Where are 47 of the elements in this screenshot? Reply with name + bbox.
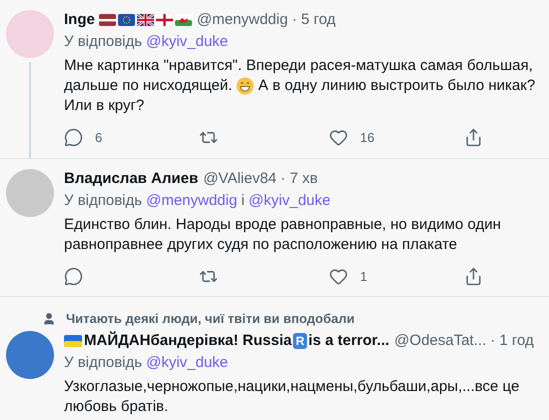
reply-label: У відповідь — [64, 352, 142, 372]
flag-icon — [118, 14, 135, 26]
flag-icon — [136, 14, 154, 26]
social-context: Читають деякі люди, чиї твіти ви вподобали — [66, 310, 355, 328]
user-name[interactable]: is a terror... — [308, 330, 390, 350]
user-handle[interactable]: @menywddig — [196, 10, 288, 30]
heart-icon — [329, 128, 348, 148]
tweet-text: дальше по нисходящей. — [64, 76, 232, 96]
mention-link[interactable]: @kyiv_duke — [146, 352, 228, 372]
mention-link[interactable]: @kyiv_duke — [248, 190, 330, 210]
like-button[interactable]: 16 — [329, 128, 374, 148]
reply-icon — [64, 128, 83, 148]
reply-icon — [64, 266, 83, 286]
user-name[interactable]: Inge — [64, 10, 95, 30]
flag-icon — [174, 14, 192, 26]
timestamp[interactable]: · 7 хв — [280, 168, 318, 188]
avatar[interactable] — [6, 330, 54, 378]
share-icon — [464, 266, 483, 286]
share-button[interactable] — [464, 266, 483, 286]
mention-link[interactable]: @menywddig — [146, 190, 238, 210]
flag-icon — [64, 334, 82, 346]
letter-badge: R — [292, 332, 308, 348]
share-button[interactable] — [464, 128, 483, 148]
tweet-text: А в одну линию выстроить было никак? — [258, 76, 536, 96]
timestamp[interactable]: · 1 год — [490, 330, 534, 350]
tweet-text: Единство блин. Народы вроде равноправные, но видимо один равноправнее других судя по расположению на плакате — [64, 214, 502, 254]
user-handle[interactable]: @VAliev84 — [203, 168, 277, 188]
user-handle[interactable]: @OdesaTat... — [394, 330, 486, 350]
reply-label: У відповідь — [64, 32, 142, 52]
tweet-text: Или в круг? — [64, 96, 144, 116]
heart-icon — [329, 266, 348, 286]
grinning-face-icon — [236, 77, 254, 95]
share-icon — [464, 128, 483, 148]
timestamp[interactable]: · 5 год — [292, 10, 336, 30]
reply-label: У відповідь — [64, 190, 142, 210]
tweet-text: Мне картинка "нравится". Впереди расея-матушка самая большая, — [64, 56, 533, 76]
reply-button[interactable] — [64, 266, 83, 286]
tweet-text: Узкоглазые,черножопые,нацики,нацмены,бульбаши,ары,...все це любовь братів. — [64, 376, 520, 416]
user-name[interactable]: МАЙДАНбандерівка! Russia — [84, 330, 292, 350]
conjunction: і — [241, 190, 245, 210]
flag-icon — [156, 14, 173, 26]
reply-button[interactable]: 6 — [64, 128, 102, 148]
user-name[interactable]: Владислав Алиев — [64, 168, 198, 188]
mention-link[interactable]: @kyiv_duke — [146, 32, 228, 52]
person-icon — [42, 312, 56, 326]
flag-icon — [98, 14, 116, 26]
like-button[interactable]: 1 — [329, 266, 368, 286]
